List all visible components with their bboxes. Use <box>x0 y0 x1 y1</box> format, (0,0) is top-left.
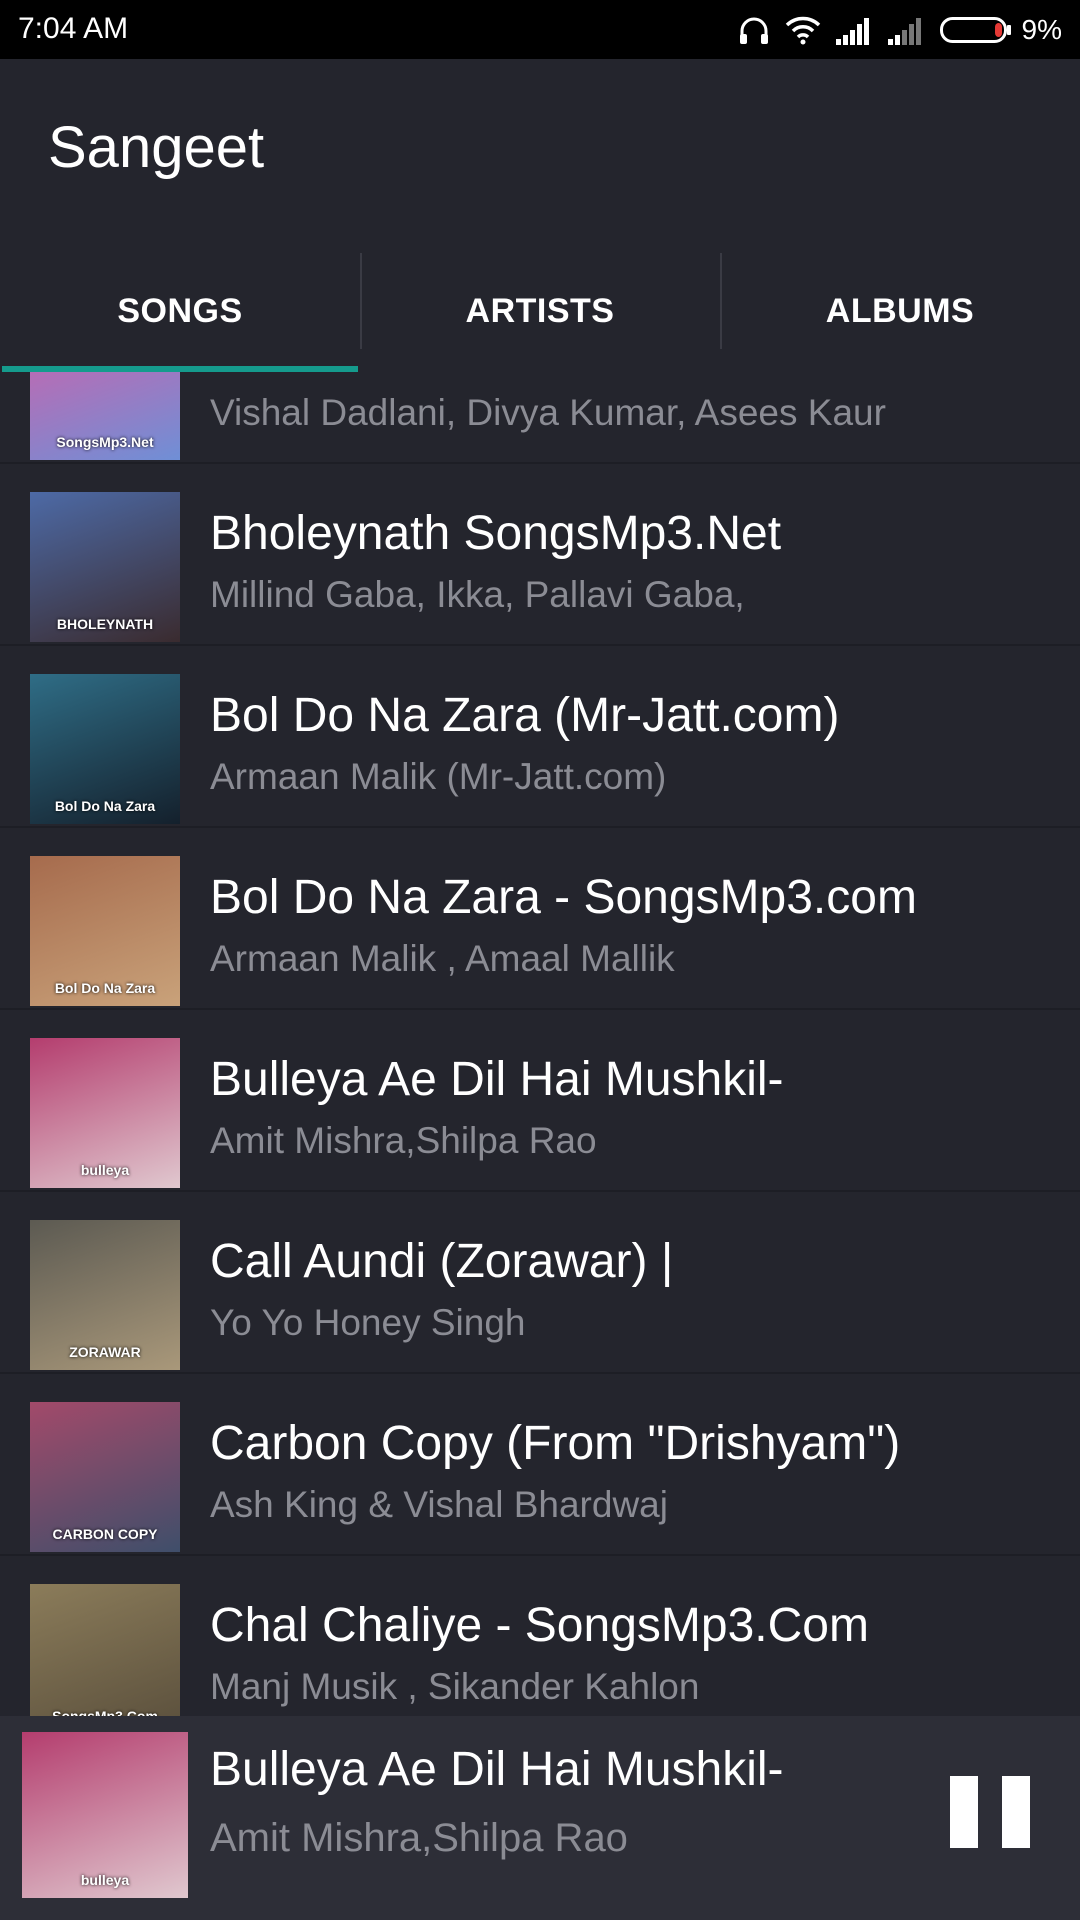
album-art-text: CARBON COPY <box>52 1526 158 1542</box>
album-art: SongsMp3.Net <box>30 372 180 460</box>
now-playing-title: Bulleya Ae Dil Hai Mushkil- <box>210 1743 784 1796</box>
album-art-text: SongsMp3.Com <box>52 1708 158 1716</box>
album-art: BHOLEYNATH <box>30 492 180 642</box>
album-art-text: BHOLEYNATH <box>56 616 154 632</box>
song-artist: Armaan Malik (Mr-Jatt.com) <box>210 756 667 797</box>
song-artist: Yo Yo Honey Singh <box>210 1302 526 1343</box>
signal-icon <box>835 18 869 45</box>
song-artist: Ash King & Vishal Bhardwaj <box>210 1484 668 1525</box>
song-artist: Armaan Malik , Amaal Mallik <box>210 938 675 979</box>
album-art-text: Bol Do Na Zara <box>54 798 156 814</box>
pause-icon <box>1002 1776 1030 1848</box>
album-art-text: Bol Do Na Zara <box>54 980 156 996</box>
song-item[interactable]: Bol Do Na Zara Bol Do Na Zara - SongsMp3… <box>0 828 1080 1010</box>
battery-percent: 9% <box>1021 14 1062 45</box>
pause-icon <box>950 1776 978 1848</box>
album-art: bulleya <box>30 1038 180 1188</box>
app-title: Sangeet <box>48 115 265 180</box>
headphones-icon <box>739 17 768 44</box>
app-bar: Sangeet <box>0 59 1080 251</box>
album-art: ZORAWAR <box>30 1220 180 1370</box>
song-title: Carbon Copy (From "Drishyam") <box>210 1417 901 1470</box>
album-art-text: bulleya <box>80 1162 130 1178</box>
song-list[interactable]: SongsMp3.Net Vishal Dadlani, Divya Kumar… <box>0 372 1080 1716</box>
song-item[interactable]: Bol Do Na Zara Bol Do Na Zara (Mr-Jatt.c… <box>0 646 1080 828</box>
pause-button[interactable] <box>950 1776 1030 1856</box>
signal-weak-icon <box>887 18 921 45</box>
song-title: Bol Do Na Zara - SongsMp3.com <box>210 871 917 924</box>
tab-songs[interactable]: SONGS <box>0 251 360 372</box>
battery-icon <box>939 17 1011 43</box>
song-title: Bulleya Ae Dil Hai Mushkil- <box>210 1053 784 1106</box>
album-art: Bol Do Na Zara <box>30 856 180 1006</box>
album-art-text: bulleya <box>80 1872 130 1888</box>
album-art: Bol Do Na Zara <box>30 674 180 824</box>
song-title: Chal Chaliye - SongsMp3.Com <box>210 1599 869 1652</box>
song-artist: Vishal Dadlani, Divya Kumar, Asees Kaur <box>210 392 886 433</box>
song-artist: Manj Musik , Sikander Kahlon <box>210 1666 700 1707</box>
album-art-text: SongsMp3.Net <box>56 434 154 450</box>
song-title: Bol Do Na Zara (Mr-Jatt.com) <box>210 689 840 742</box>
album-art-text: ZORAWAR <box>69 1344 141 1360</box>
status-bar: 7:04 AM 9% <box>0 0 1080 59</box>
now-playing-bar[interactable]: bulleya Bulleya Ae Dil Hai Mushkil- Amit… <box>0 1716 1080 1920</box>
status-icons: 9% <box>724 12 1062 48</box>
song-artist: Amit Mishra,Shilpa Rao <box>210 1120 597 1161</box>
now-playing-album-art: bulleya <box>22 1732 188 1898</box>
tab-albums[interactable]: ALBUMS <box>720 251 1080 372</box>
song-title: Bholeynath SongsMp3.Net <box>210 507 782 560</box>
song-item[interactable]: SongsMp3.Net Vishal Dadlani, Divya Kumar… <box>0 372 1080 464</box>
song-item[interactable]: ZORAWAR Call Aundi (Zorawar) | Yo Yo Hon… <box>0 1192 1080 1374</box>
song-artist: Millind Gaba, Ikka, Pallavi Gaba, <box>210 574 745 615</box>
song-title: Call Aundi (Zorawar) | <box>210 1235 674 1288</box>
album-art: CARBON COPY <box>30 1402 180 1552</box>
wifi-icon <box>785 16 820 45</box>
song-item[interactable]: CARBON COPY Carbon Copy (From "Drishyam"… <box>0 1374 1080 1556</box>
tab-bar: SONGS ARTISTS ALBUMS <box>0 251 1080 372</box>
song-item[interactable]: bulleya Bulleya Ae Dil Hai Mushkil- Amit… <box>0 1010 1080 1192</box>
song-item[interactable]: SongsMp3.Com Chal Chaliye - SongsMp3.Com… <box>0 1556 1080 1716</box>
song-item[interactable]: BHOLEYNATH Bholeynath SongsMp3.Net Milli… <box>0 464 1080 646</box>
status-time: 7:04 AM <box>18 12 129 45</box>
album-art: SongsMp3.Com <box>30 1584 180 1716</box>
now-playing-artist: Amit Mishra,Shilpa Rao <box>210 1816 628 1860</box>
tab-artists[interactable]: ARTISTS <box>360 251 720 372</box>
